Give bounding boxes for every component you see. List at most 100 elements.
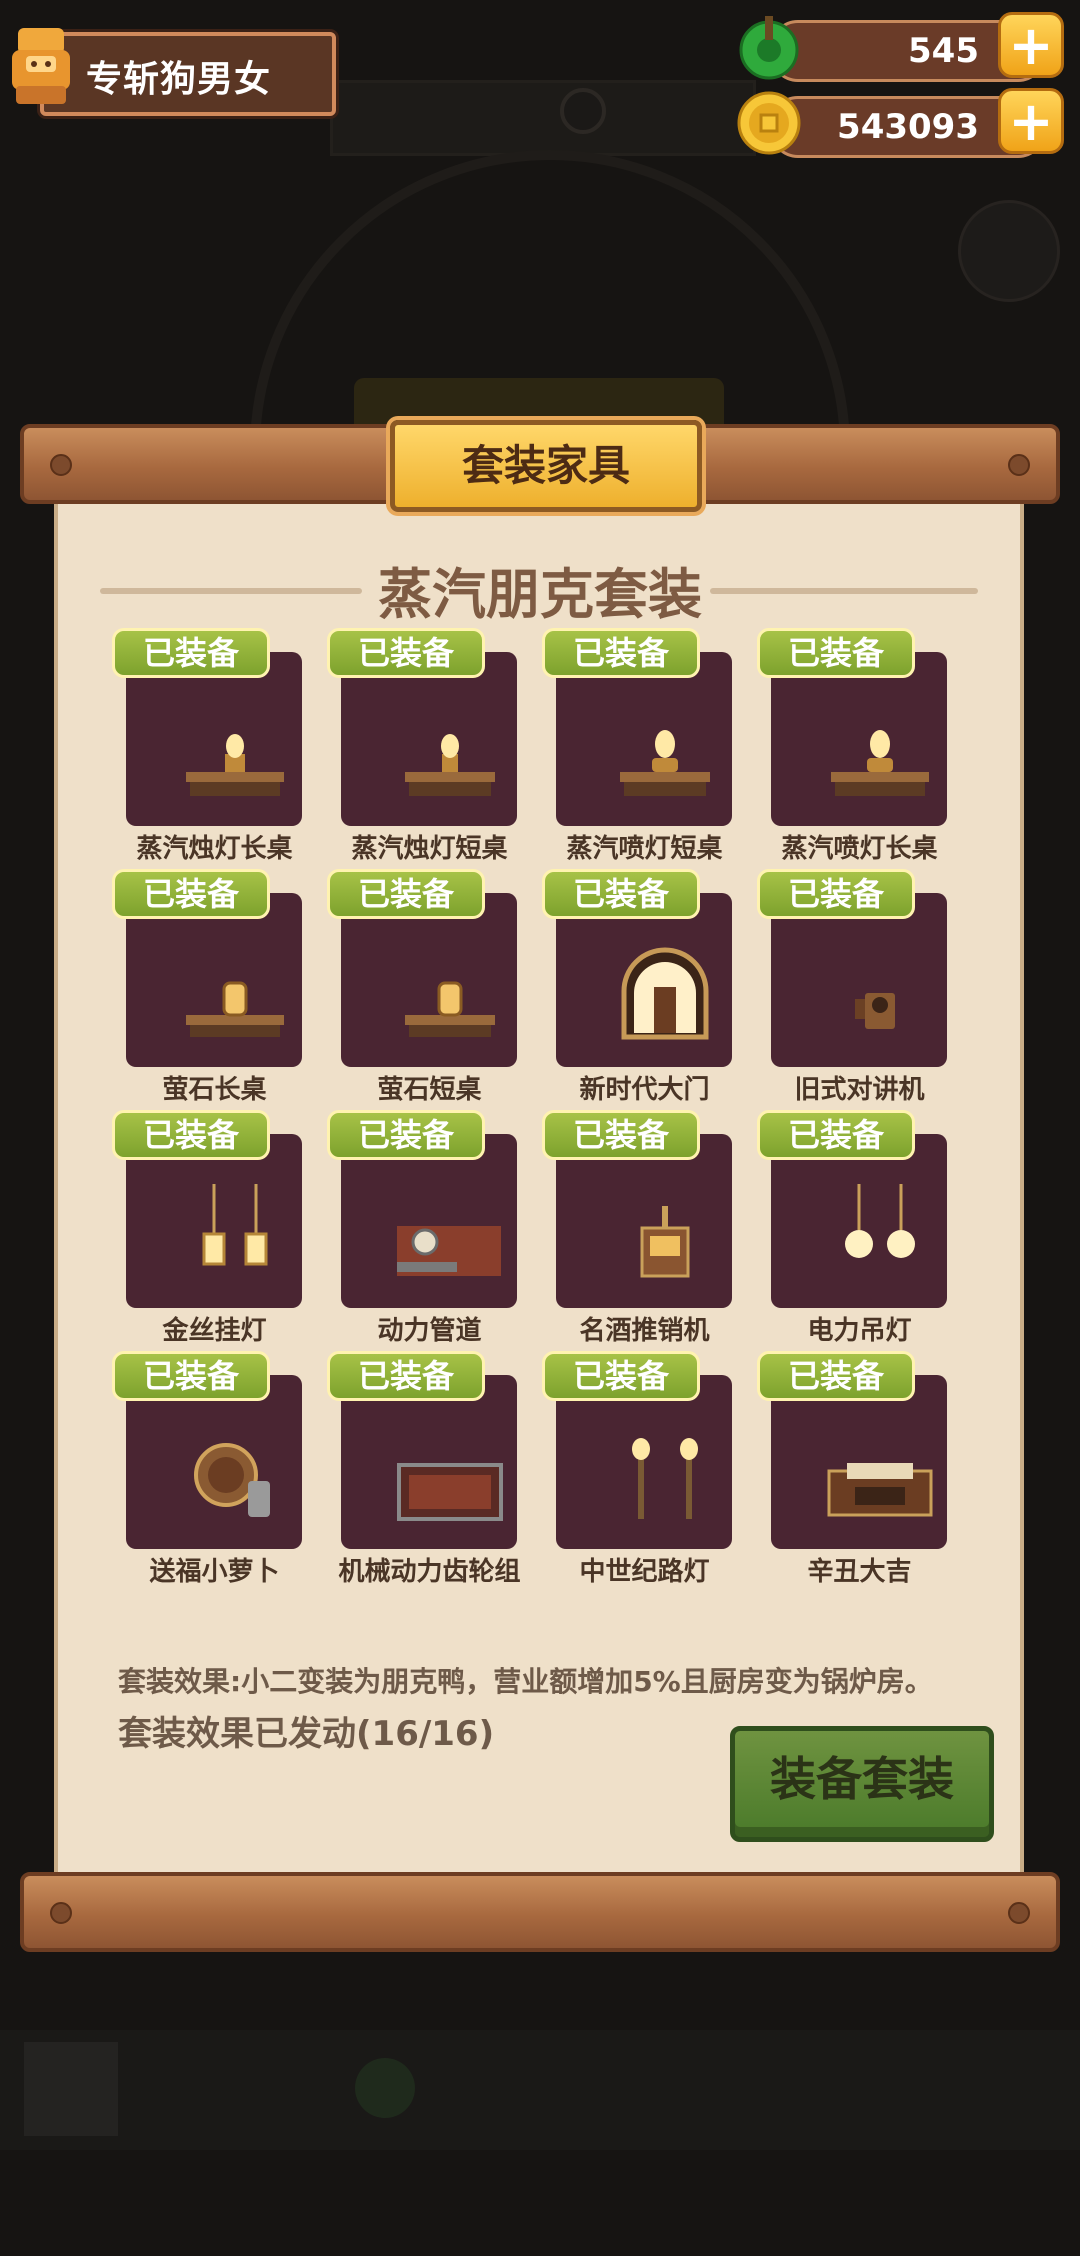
equipped-badge: 已装备 xyxy=(757,628,915,678)
furniture-item[interactable]: 已装备 金丝挂灯 xyxy=(112,1110,327,1351)
equipped-badge: 已装备 xyxy=(542,1351,700,1401)
equipped-badge: 已装备 xyxy=(112,869,270,919)
bottom-bar-square xyxy=(24,2042,118,2136)
wine-vending-icon xyxy=(640,1206,690,1278)
furniture-item[interactable]: 已装备 蒸汽烛灯长桌 xyxy=(112,628,327,869)
item-card xyxy=(126,893,302,1067)
set-name: 蒸汽朋克套装 xyxy=(378,563,702,626)
furniture-item[interactable]: 已装备 名酒推销机 xyxy=(542,1110,757,1351)
item-name: 电力吊灯 xyxy=(807,1316,912,1346)
scroll-bottom-roller xyxy=(20,1872,1060,1952)
equipped-badge: 已装备 xyxy=(542,628,700,678)
fortune-robot-icon xyxy=(194,1443,270,1517)
new-year-shop-icon xyxy=(827,1463,933,1517)
roller-nail xyxy=(1008,1902,1030,1924)
item-card xyxy=(341,1375,517,1549)
item-card xyxy=(341,652,517,826)
player-name: 专斩狗男女 xyxy=(86,59,272,100)
item-name: 蒸汽喷灯长桌 xyxy=(781,834,938,864)
item-name: 萤石短桌 xyxy=(377,1075,482,1105)
item-name: 名酒推销机 xyxy=(579,1316,710,1346)
equipped-badge: 已装备 xyxy=(327,1110,485,1160)
pendant-lights-icon xyxy=(845,1184,915,1258)
player-name-plate[interactable]: 专斩狗男女 xyxy=(40,32,336,116)
item-card xyxy=(556,1134,732,1308)
item-name: 蒸汽烛灯长桌 xyxy=(136,834,293,864)
furniture-grid: 已装备 蒸汽烛灯长桌 已装备 蒸汽烛灯短桌 已装备 蒸汽喷灯短桌 已装备 蒸汽喷… xyxy=(112,628,972,1588)
jade-icon xyxy=(739,16,799,80)
furniture-item[interactable]: 已装备 旧式对讲机 xyxy=(757,869,972,1110)
item-card xyxy=(556,652,732,826)
item-name: 蒸汽烛灯短桌 xyxy=(351,834,508,864)
fluorite-long-table-icon xyxy=(186,981,284,1037)
item-name: 蒸汽喷灯短桌 xyxy=(566,834,723,864)
item-name: 送福小萝卜 xyxy=(149,1557,280,1587)
blowlamp-long-table-icon xyxy=(831,730,929,796)
set-effect-description: 套装效果:小二变装为朋克鸭，营业额增加5%且厨房变为锅炉房。 xyxy=(118,1665,933,1698)
equipped-badge: 已装备 xyxy=(757,869,915,919)
jade-value: 545 xyxy=(908,31,979,71)
furniture-item[interactable]: 已装备 送福小萝卜 xyxy=(112,1351,327,1592)
roller-nail xyxy=(50,454,72,476)
coin-icon xyxy=(737,91,801,155)
background-round-button xyxy=(958,200,1060,302)
item-name: 金丝挂灯 xyxy=(162,1316,267,1346)
item-name: 萤石长桌 xyxy=(162,1075,267,1105)
equipped-badge: 已装备 xyxy=(542,1110,700,1160)
equipped-badge: 已装备 xyxy=(757,1110,915,1160)
panel-title: 套装家具 xyxy=(461,441,630,490)
item-card xyxy=(556,893,732,1067)
roller-nail xyxy=(50,1902,72,1924)
set-effect-status: 套装效果已发动(16/16) xyxy=(118,1714,495,1754)
street-lamps-icon xyxy=(632,1438,698,1519)
furniture-item[interactable]: 已装备 萤石长桌 xyxy=(112,869,327,1110)
background-gear-icon xyxy=(560,88,606,134)
item-name: 动力管道 xyxy=(377,1316,482,1346)
item-card xyxy=(771,893,947,1067)
equip-set-button[interactable]: 装备套装 xyxy=(730,1726,994,1842)
item-card xyxy=(556,1375,732,1549)
bottom-bar-gem-icon xyxy=(355,2058,415,2118)
add-coin-button[interactable]: + xyxy=(998,88,1064,154)
add-jade-button[interactable]: + xyxy=(998,12,1064,78)
furniture-item[interactable]: 已装备 动力管道 xyxy=(327,1110,542,1351)
item-name: 中世纪路灯 xyxy=(579,1557,710,1587)
item-name: 辛丑大吉 xyxy=(807,1557,912,1587)
item-card xyxy=(126,1375,302,1549)
item-name: 旧式对讲机 xyxy=(794,1075,925,1105)
furniture-item[interactable]: 已装备 电力吊灯 xyxy=(757,1110,972,1351)
furniture-item[interactable]: 已装备 萤石短桌 xyxy=(327,869,542,1110)
equipped-badge: 已装备 xyxy=(542,869,700,919)
equipped-badge: 已装备 xyxy=(112,1351,270,1401)
coin-value: 543093 xyxy=(837,107,979,147)
furniture-item[interactable]: 已装备 中世纪路灯 xyxy=(542,1351,757,1592)
item-card xyxy=(341,1134,517,1308)
fluorite-short-table-icon xyxy=(405,981,495,1037)
furniture-item[interactable]: 已装备 蒸汽喷灯长桌 xyxy=(757,628,972,869)
gate-icon xyxy=(621,947,709,1040)
furniture-item[interactable]: 已装备 机械动力齿轮组 xyxy=(327,1351,542,1592)
bottom-status-bar xyxy=(0,2030,1080,2150)
equipped-badge: 已装备 xyxy=(112,1110,270,1160)
gear-set-icon xyxy=(397,1463,503,1521)
blowlamp-short-table-icon xyxy=(620,730,710,796)
item-card xyxy=(341,893,517,1067)
panel-title-tab: 套装家具 xyxy=(390,420,702,512)
item-card xyxy=(126,652,302,826)
item-card xyxy=(771,1134,947,1308)
intercom-icon xyxy=(855,993,895,1029)
furniture-item[interactable]: 已装备 蒸汽喷灯短桌 xyxy=(542,628,757,869)
equip-set-label: 装备套装 xyxy=(770,1752,954,1806)
hanging-lamps-icon xyxy=(202,1184,268,1266)
item-card xyxy=(771,652,947,826)
equipped-badge: 已装备 xyxy=(757,1351,915,1401)
power-pipe-icon xyxy=(397,1226,501,1276)
player-avatar-icon[interactable] xyxy=(4,20,78,110)
furniture-item[interactable]: 已装备 新时代大门 xyxy=(542,869,757,1110)
candle-short-table-icon xyxy=(405,734,495,796)
equipped-badge: 已装备 xyxy=(327,1351,485,1401)
furniture-item[interactable]: 已装备 辛丑大吉 xyxy=(757,1351,972,1592)
furniture-item[interactable]: 已装备 蒸汽烛灯短桌 xyxy=(327,628,542,869)
roller-nail xyxy=(1008,454,1030,476)
background-beam xyxy=(330,80,756,156)
